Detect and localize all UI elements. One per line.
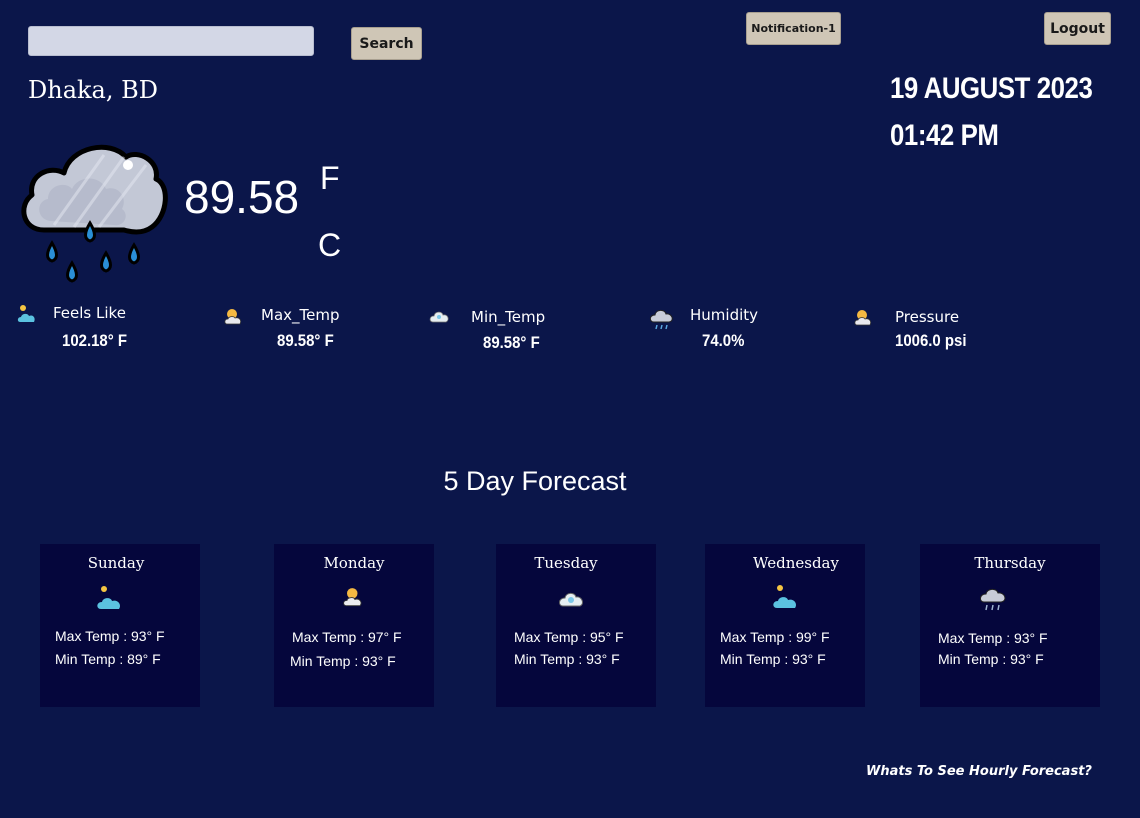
forecast-card: Wednesday Max Temp : 99° F Min Temp : 93… (705, 544, 865, 707)
forecast-min: Min Temp : 89° F (55, 651, 161, 667)
rain-cloud-icon (21, 144, 168, 283)
forecast-day: Tuesday (534, 554, 598, 572)
stat-label: Humidity (690, 306, 759, 324)
forecast-card: Sunday Max Temp : 93° F Min Temp : 89° F (40, 544, 200, 707)
city-name: Dhaka, BD (28, 76, 158, 104)
forecast-min: Min Temp : 93° F (290, 653, 396, 669)
stat-value: 102.18° F (62, 331, 128, 350)
stat-value: 89.58° F (277, 331, 334, 350)
current-date: 19 AUGUST 2023 (890, 72, 1093, 105)
partly-sunny-icon (17, 305, 35, 322)
hourly-forecast-link[interactable]: Whats To See Hourly Forecast? (866, 764, 1092, 779)
rain-cloud-icon (980, 588, 1006, 611)
forecast-title: 5 Day Forecast (443, 466, 627, 496)
cloud-icon (559, 592, 584, 607)
stat-value: 74.0% (702, 331, 745, 350)
forecast-day: Sunday (87, 554, 145, 572)
forecast-max: Max Temp : 93° F (55, 628, 165, 644)
notification-button[interactable]: Notification-1 (746, 12, 841, 45)
forecast-max: Max Temp : 97° F (292, 629, 402, 645)
sun-cloud-icon (343, 588, 362, 607)
search-input[interactable] (28, 26, 314, 56)
current-time: 01:42 PM (890, 119, 999, 152)
stat-label: Min_Temp (471, 308, 546, 326)
forecast-day: Wednesday (753, 554, 839, 572)
fahrenheit-toggle[interactable]: F (320, 160, 340, 197)
forecast-min: Min Temp : 93° F (938, 651, 1044, 667)
forecast-min: Min Temp : 93° F (514, 651, 620, 667)
stat-label: Feels Like (53, 304, 126, 322)
forecast-max: Max Temp : 95° F (514, 629, 624, 645)
forecast-day: Monday (323, 554, 385, 572)
stat-value: 89.58° F (483, 333, 540, 352)
celsius-toggle[interactable]: C (318, 227, 341, 264)
logout-button[interactable]: Logout (1044, 12, 1111, 45)
stat-value: 1006.0 psi (895, 331, 967, 350)
stat-label: Max_Temp (261, 306, 340, 324)
stat-label: Pressure (895, 308, 960, 326)
forecast-card: Monday Max Temp : 97° F Min Temp : 93° F (274, 544, 434, 707)
partly-sunny-icon (97, 586, 121, 609)
forecast-max: Max Temp : 99° F (720, 629, 830, 645)
forecast-card: Thursday Max Temp : 93° F Min Temp : 93°… (920, 544, 1100, 707)
forecast-card: Tuesday Max Temp : 95° F Min Temp : 93° … (496, 544, 656, 707)
sun-cloud-icon (224, 309, 242, 325)
rain-cloud-icon (649, 309, 673, 330)
forecast-max: Max Temp : 93° F (938, 630, 1048, 646)
sun-cloud-icon (854, 310, 872, 326)
cloud-icon (429, 311, 449, 323)
forecast-day: Thursday (974, 554, 1046, 572)
search-button[interactable]: Search (351, 27, 422, 60)
current-temperature: 89.58 (184, 171, 300, 223)
forecast-min: Min Temp : 93° F (720, 651, 826, 667)
partly-sunny-icon (773, 585, 797, 608)
